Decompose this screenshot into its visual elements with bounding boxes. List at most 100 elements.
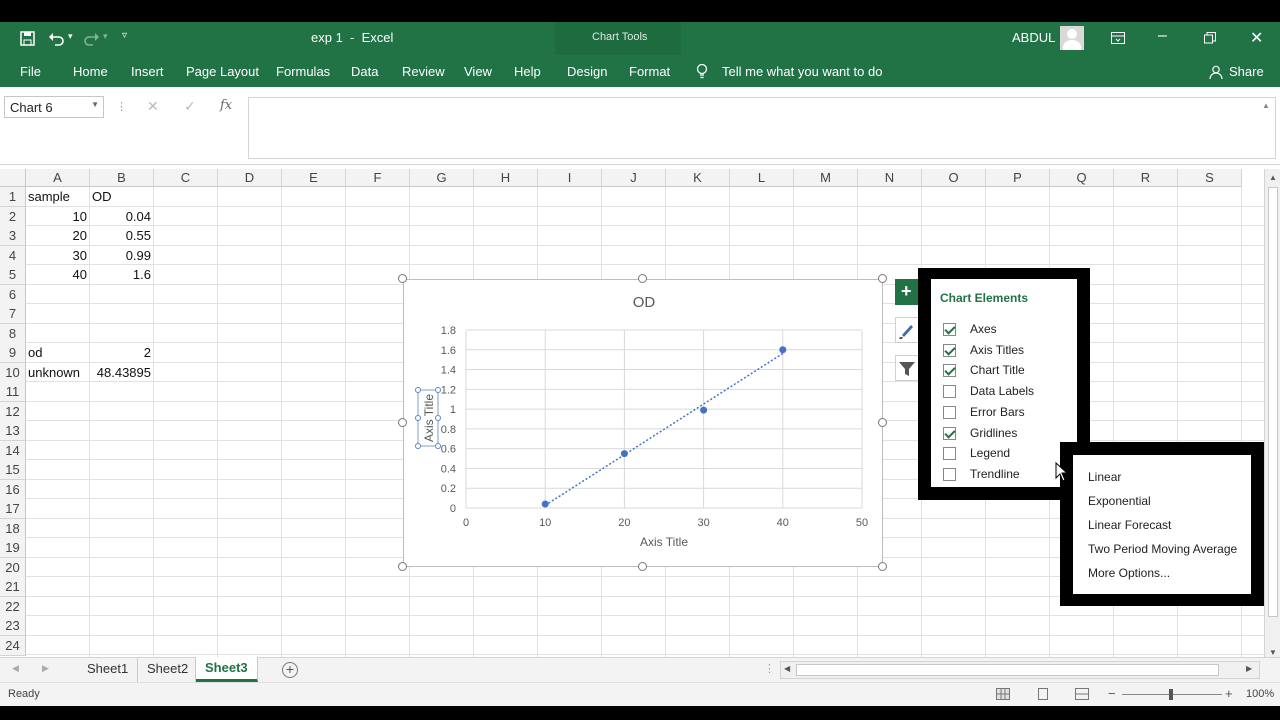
checkbox[interactable] [943, 323, 956, 336]
chart-element-trendline[interactable]: Trendline [943, 467, 1063, 485]
cell-a9[interactable]: od [28, 343, 87, 362]
chart-resize-handle-tm[interactable] [638, 274, 647, 283]
chart-resize-handle-mr[interactable] [878, 418, 887, 427]
vertical-scrollbar[interactable]: ▲ ▼ [1264, 169, 1280, 664]
checkbox[interactable] [943, 364, 956, 378]
column-header-i[interactable]: I [538, 169, 602, 187]
enter-entry-icon[interactable]: ✓ [184, 98, 196, 115]
page-break-view-icon[interactable] [1075, 688, 1089, 700]
chart-resize-handle-ml[interactable] [398, 418, 407, 427]
row-header-3[interactable]: 3 [0, 226, 26, 246]
cell-b5[interactable]: 1.6 [92, 265, 151, 284]
trendline-option-exponential[interactable]: Exponential [1088, 494, 1151, 508]
column-header-m[interactable]: M [794, 169, 858, 187]
redo-dropdown-icon[interactable]: ▾ [103, 31, 108, 42]
scroll-down-icon[interactable]: ▼ [1269, 648, 1277, 657]
cancel-entry-icon[interactable]: ✕ [147, 98, 159, 115]
column-header-q[interactable]: Q [1050, 169, 1114, 187]
sheet-tab-sheet2[interactable]: Sheet2 [138, 658, 196, 682]
restore-icon[interactable] [1204, 32, 1216, 44]
zoom-slider[interactable] [1122, 689, 1222, 700]
share-button[interactable]: Share [1229, 64, 1264, 79]
row-header-8[interactable]: 8 [0, 323, 26, 344]
customize-qat-icon[interactable]: ▿ [122, 30, 127, 41]
checkbox[interactable] [943, 426, 956, 440]
sheet-scroll-right-icon[interactable]: ▶ [42, 663, 49, 674]
scroll-up-icon[interactable]: ▲ [1269, 173, 1277, 182]
row-header-18[interactable]: 18 [0, 518, 26, 539]
tab-split-grip-icon[interactable]: ⋮ [764, 662, 775, 675]
zoom-out-icon[interactable]: − [1108, 686, 1116, 701]
sheet-scroll-left-icon[interactable]: ◀ [12, 663, 19, 674]
new-sheet-button[interactable]: + [282, 662, 298, 678]
user-name[interactable]: ABDUL [1012, 30, 1055, 45]
trendline-option-linear[interactable]: Linear [1088, 470, 1121, 484]
column-header-s[interactable]: S [1178, 169, 1242, 187]
cell-b4[interactable]: 0.99 [92, 246, 151, 265]
undo-dropdown-icon[interactable]: ▾ [68, 31, 73, 42]
column-header-n[interactable]: N [858, 169, 922, 187]
page-layout-view-icon[interactable] [1036, 688, 1050, 700]
insert-function-button[interactable]: fx [220, 98, 232, 113]
column-header-d[interactable]: D [218, 169, 282, 187]
avatar[interactable] [1060, 26, 1084, 50]
row-header-2[interactable]: 2 [0, 206, 26, 227]
cell-b2[interactable]: 0.04 [92, 207, 151, 226]
cell-a2[interactable]: 10 [28, 207, 87, 226]
chart-element-axis-titles[interactable]: Axis Titles [943, 343, 1063, 361]
row-header-6[interactable]: 6 [0, 284, 26, 305]
cell-a4[interactable]: 30 [28, 246, 87, 265]
tab-insert[interactable]: Insert [131, 64, 164, 79]
row-header-22[interactable]: 22 [0, 596, 26, 617]
row-header-7[interactable]: 7 [0, 304, 26, 324]
checkbox[interactable] [943, 343, 956, 357]
chart-resize-handle-tl[interactable] [398, 274, 407, 283]
chart-resize-handle-br[interactable] [878, 562, 887, 571]
undo-icon[interactable] [48, 31, 64, 46]
tab-design[interactable]: Design [567, 64, 607, 79]
horizontal-scrollbar[interactable]: ◀ ▶ [780, 661, 1260, 679]
trendline-option-linear-forecast[interactable]: Linear Forecast [1088, 518, 1171, 532]
row-header-17[interactable]: 17 [0, 499, 26, 519]
chart-resize-handle-tr[interactable] [878, 274, 887, 283]
select-all-corner[interactable] [0, 169, 26, 187]
row-header-9[interactable]: 9 [0, 343, 26, 363]
tab-data[interactable]: Data [351, 64, 378, 79]
redo-icon[interactable] [84, 31, 100, 46]
column-header-c[interactable]: C [154, 169, 218, 187]
tab-page-layout[interactable]: Page Layout [186, 64, 259, 79]
tab-format[interactable]: Format [629, 64, 670, 79]
chart-resize-handle-bm[interactable] [638, 562, 647, 571]
column-header-l[interactable]: L [730, 169, 794, 187]
cell-a3[interactable]: 20 [28, 226, 87, 245]
tab-view[interactable]: View [464, 64, 492, 79]
column-header-h[interactable]: H [474, 169, 538, 187]
row-header-11[interactable]: 11 [0, 382, 26, 402]
name-box-dropdown-icon[interactable]: ▼ [91, 100, 99, 109]
column-header-r[interactable]: R [1114, 169, 1178, 187]
formula-input[interactable] [248, 97, 1276, 159]
row-header-16[interactable]: 16 [0, 479, 26, 500]
cell-a10[interactable]: unknown [28, 363, 87, 382]
cell-b3[interactable]: 0.55 [92, 226, 151, 245]
sheet-tab-sheet1[interactable]: Sheet1 [78, 658, 138, 682]
chart-element-axes[interactable]: Axes [943, 322, 1063, 340]
row-header-14[interactable]: 14 [0, 440, 26, 461]
row-header-1[interactable]: 1 [0, 187, 26, 207]
cell-b10[interactable]: 48.43895 [92, 363, 151, 382]
row-header-19[interactable]: 19 [0, 538, 26, 558]
chart-element-legend[interactable]: Legend [943, 446, 1063, 464]
column-header-o[interactable]: O [922, 169, 986, 187]
horizontal-scroll-thumb[interactable] [796, 664, 1219, 676]
cell-b1[interactable]: OD [92, 187, 151, 206]
checkbox[interactable] [943, 385, 956, 399]
column-header-a[interactable]: A [26, 169, 90, 187]
minimize-icon[interactable]: – [1158, 27, 1167, 45]
column-header-b[interactable]: B [90, 169, 154, 187]
checkbox[interactable] [943, 405, 956, 419]
share-person-icon[interactable] [1209, 65, 1223, 79]
tab-help[interactable]: Help [514, 64, 541, 79]
chart-element-error-bars[interactable]: Error Bars [943, 405, 1063, 423]
column-header-j[interactable]: J [602, 169, 666, 187]
hscroll-right-icon[interactable]: ▶ [1246, 664, 1252, 673]
